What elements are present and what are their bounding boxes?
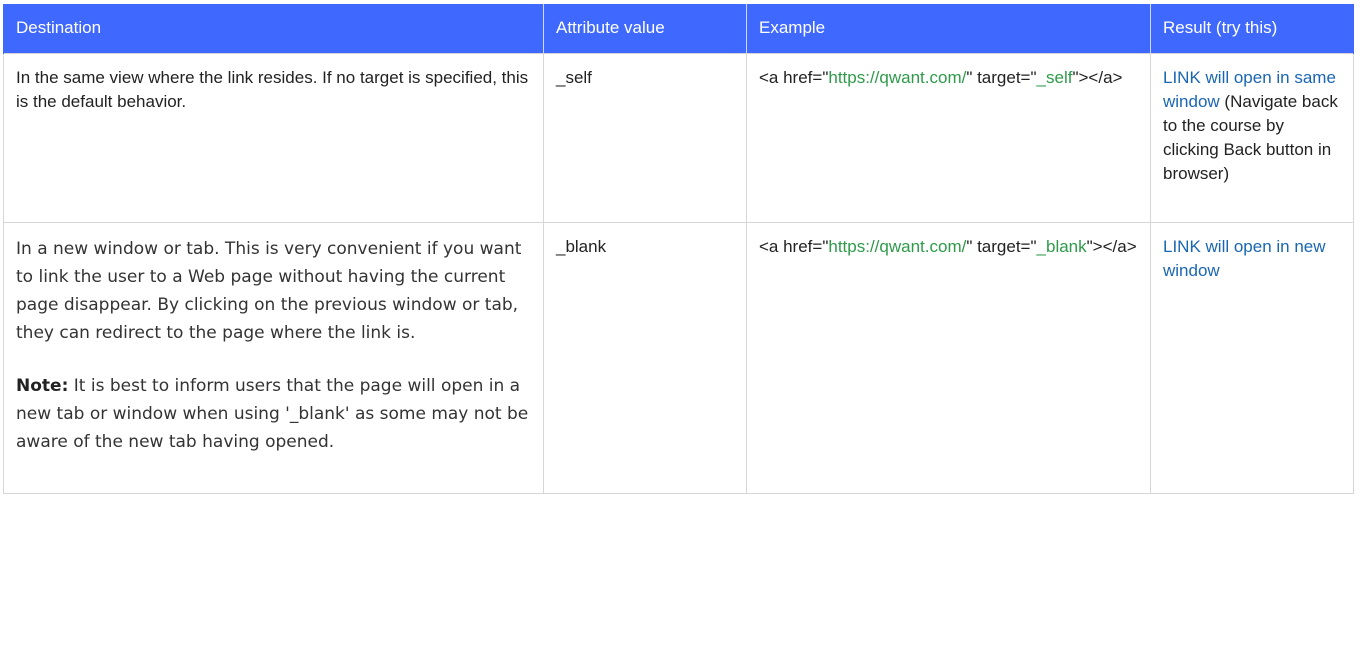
code-suffix: "></a> (1086, 236, 1137, 256)
attribute-value-cell: _self (543, 52, 747, 223)
attribute-value-text: _self (556, 67, 592, 87)
destination-cell: In the same view where the link resides.… (3, 52, 544, 223)
attribute-value-text: _blank (556, 236, 607, 256)
example-cell: <a href="https://qwant.com/" target="_se… (746, 52, 1151, 223)
example-code: <a href="https://qwant.com/" target="_bl… (759, 237, 1137, 256)
example-code: <a href="https://qwant.com/" target="_se… (759, 68, 1122, 87)
destination-note: Note: It is best to inform users that th… (16, 372, 531, 456)
example-cell: <a href="https://qwant.com/" target="_bl… (746, 221, 1151, 494)
header-result: Result (try this) (1150, 4, 1354, 53)
code-url: https://qwant.com/ (828, 236, 967, 256)
code-target: _blank (1036, 236, 1087, 256)
link-target-table: Destination Attribute value Example Resu… (3, 4, 1354, 494)
link-text-line2: window (1163, 91, 1220, 111)
code-prefix: <a href=" (759, 67, 829, 87)
destination-text: In the same view where the link resides.… (16, 67, 529, 111)
header-destination: Destination (3, 4, 544, 53)
table-header: Destination Attribute value Example Resu… (3, 4, 1354, 53)
destination-paragraph: In a new window or tab. This is very con… (16, 238, 522, 343)
attribute-value-cell: _blank (543, 221, 747, 494)
code-target: _self (1036, 67, 1073, 87)
table-body: In the same view where the link resides.… (3, 52, 1354, 494)
header-attribute-value: Attribute value (543, 4, 747, 53)
header-row: Destination Attribute value Example Resu… (3, 4, 1354, 53)
destination-cell: In a new window or tab. This is very con… (3, 221, 544, 494)
code-suffix: "></a> (1072, 67, 1123, 87)
table-row-self: In the same view where the link resides.… (3, 52, 1354, 223)
result-cell: LINK will open in same window (Navigate b… (1150, 52, 1354, 223)
table-row-blank: In a new window or tab. This is very con… (3, 221, 1354, 494)
header-example: Example (746, 4, 1151, 53)
link-open-new-window[interactable]: LINK will open in new window (1163, 237, 1326, 280)
code-middle: " target=" (966, 67, 1037, 87)
note-label: Note: (16, 375, 69, 396)
code-url: https://qwant.com/ (828, 67, 967, 87)
code-middle: " target=" (966, 236, 1037, 256)
destination-description: In a new window or tab. This is very con… (16, 235, 531, 456)
result-cell: LINK will open in new window (1150, 221, 1354, 494)
code-prefix: <a href=" (759, 236, 829, 256)
note-text: It is best to inform users that the page… (16, 375, 529, 452)
link-text-line1: LINK will open in same (1163, 67, 1336, 87)
